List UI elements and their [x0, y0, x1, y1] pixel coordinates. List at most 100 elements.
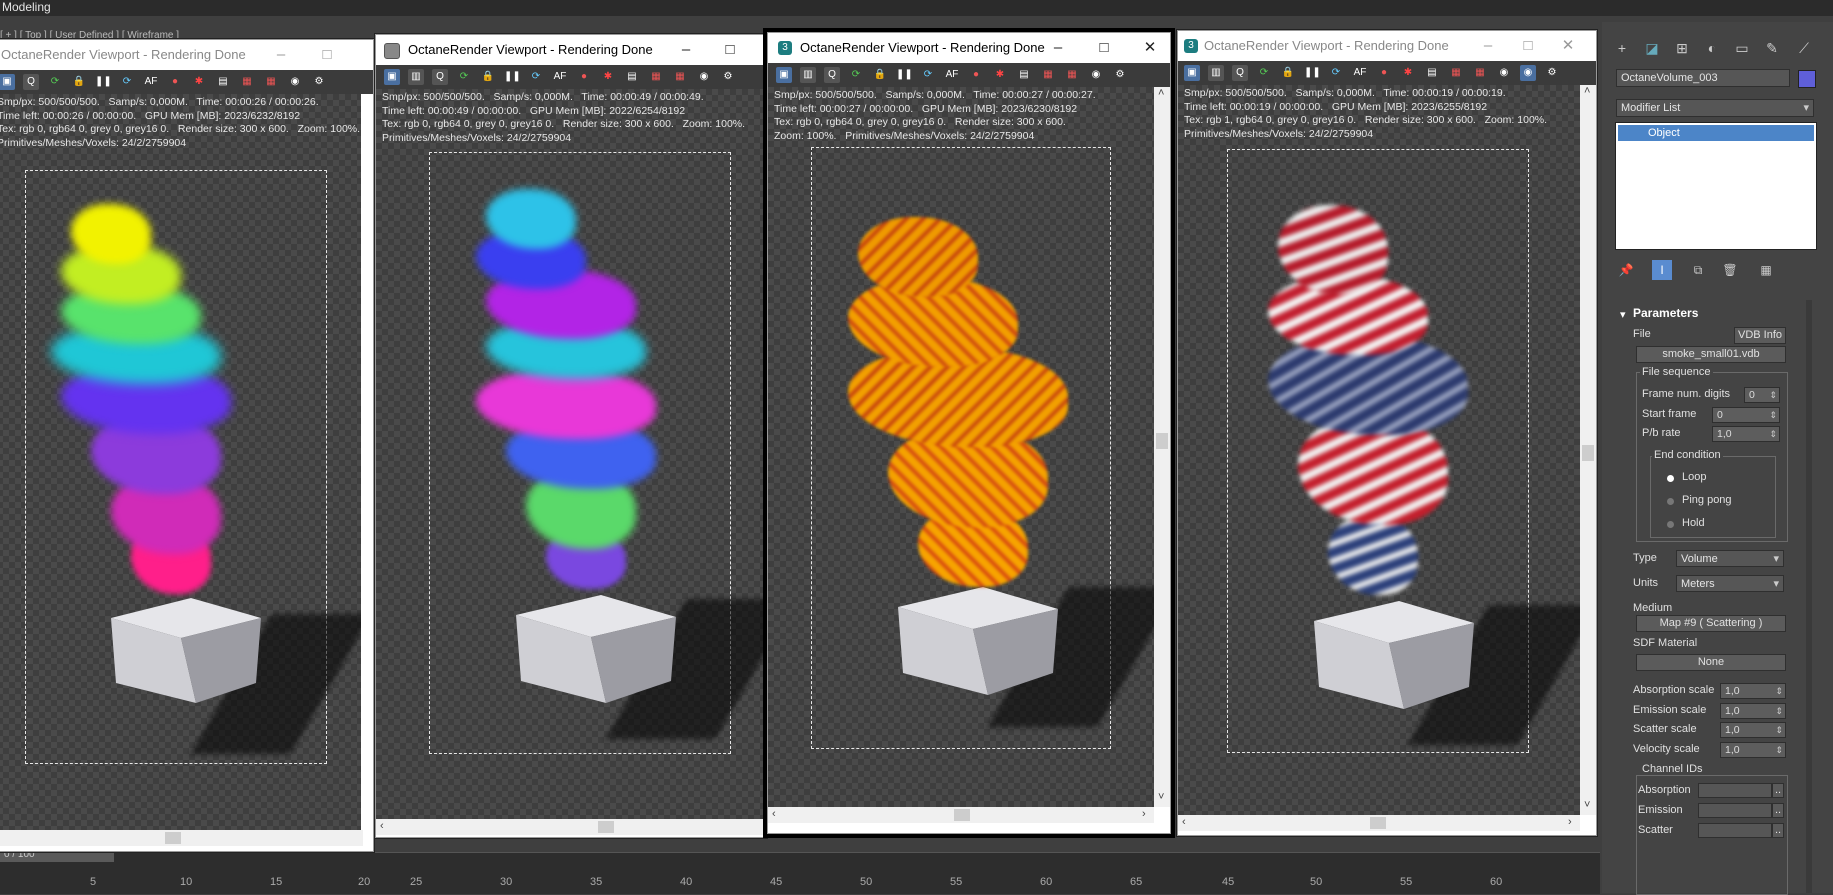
parameters-heading[interactable]: Parameters — [1633, 306, 1698, 320]
emission-channel-field[interactable] — [1698, 803, 1772, 818]
scroll-up-icon[interactable]: ˄ — [1584, 85, 1590, 97]
modifier-list-dropdown[interactable]: Modifier List — [1616, 99, 1814, 117]
minimize-icon[interactable]: – — [1468, 31, 1508, 61]
film-icon[interactable]: ▤ — [624, 69, 640, 85]
window-titlebar[interactable]: OctaneRender Viewport - Rendering Done –… — [376, 35, 766, 65]
horizontal-scrollbar[interactable]: ‹ — [376, 819, 766, 835]
horizontal-scrollbar[interactable] — [0, 830, 363, 846]
show-end-result-icon[interactable]: I — [1652, 260, 1672, 280]
scroll-down-icon[interactable]: ˅ — [1158, 791, 1164, 803]
denoise-icon[interactable]: ▦ — [263, 74, 279, 90]
scrollbar-thumb[interactable] — [1582, 445, 1594, 461]
save-icon[interactable]: ▣ — [1184, 65, 1200, 81]
focus-icon[interactable]: AF — [1352, 65, 1368, 81]
vdb-info-button[interactable]: VDB Info — [1734, 327, 1786, 344]
scroll-left-icon[interactable]: ‹ — [380, 820, 384, 832]
color-icon[interactable]: ● — [576, 69, 592, 85]
configure-icon[interactable]: ▦ — [1756, 260, 1776, 280]
open-icon[interactable]: ▥ — [800, 67, 816, 83]
render-canvas[interactable]: Smp/px: 500/500/500. Samp/s: 0,000M. Tim… — [376, 89, 766, 819]
object-color-swatch[interactable] — [1798, 70, 1816, 88]
save-icon[interactable]: ▣ — [776, 67, 792, 83]
emission-scale-spinner[interactable]: 1,0 — [1720, 703, 1786, 719]
lock-icon[interactable]: 🔒 — [1280, 65, 1296, 81]
utilities-tab-icon[interactable]: ✎ — [1762, 38, 1782, 58]
horizontal-scrollbar[interactable]: ‹ › — [768, 807, 1154, 823]
color-icon[interactable]: ● — [1376, 65, 1392, 81]
lock-icon[interactable]: 🔒 — [872, 67, 888, 83]
start-frame-spinner[interactable]: 0 — [1712, 407, 1780, 423]
timeline-ruler[interactable]: 5 10 15 20 25 30 35 40 45 50 55 60 65 45… — [0, 852, 1600, 894]
camera-icon[interactable]: ◉ — [1088, 67, 1104, 83]
units-dropdown[interactable]: Meters — [1676, 575, 1784, 592]
zoom-icon[interactable]: Q — [432, 69, 448, 85]
settings-icon[interactable]: ⚙ — [720, 69, 736, 85]
close-icon[interactable]: ✕ — [1548, 31, 1588, 61]
motion-tab-icon[interactable]: ◐ — [1702, 38, 1722, 58]
file-name-button[interactable]: smoke_small01.vdb — [1636, 346, 1786, 363]
scroll-left-icon[interactable]: ‹ — [1182, 816, 1186, 828]
settings-icon[interactable]: ⚙ — [311, 74, 327, 90]
maximize-icon[interactable]: □ — [307, 40, 347, 70]
pause-icon[interactable]: ❚❚ — [1304, 65, 1321, 81]
restart-icon[interactable]: ⟳ — [528, 69, 544, 85]
refresh-icon[interactable]: ⟳ — [456, 69, 472, 85]
stack-item-object[interactable]: Object — [1618, 125, 1814, 141]
zoom-icon[interactable]: Q — [1232, 65, 1248, 81]
render-icon[interactable]: ▦ — [648, 69, 664, 85]
scroll-left-icon[interactable]: ‹ — [772, 808, 776, 820]
scroll-down-icon[interactable]: ˅ — [1584, 799, 1590, 811]
create-tab-icon[interactable]: + — [1612, 38, 1632, 58]
scrollbar-thumb[interactable] — [1156, 433, 1168, 449]
medium-map-button[interactable]: Map #9 ( Scattering ) — [1636, 615, 1786, 632]
focus-icon[interactable]: AF — [552, 69, 568, 85]
settings-icon[interactable]: ⚙ — [1544, 65, 1560, 81]
scatter-scale-spinner[interactable]: 1,0 — [1720, 722, 1786, 738]
close-icon[interactable]: ✕ — [1130, 33, 1170, 63]
save-icon[interactable]: ▣ — [384, 69, 400, 85]
focus-icon[interactable]: AF — [944, 67, 960, 83]
vertical-scrollbar[interactable]: ˄ ˅ — [1154, 87, 1170, 807]
absorption-channel-button[interactable]: .. — [1772, 783, 1784, 798]
maximize-icon[interactable]: □ — [1508, 31, 1548, 61]
mode-label[interactable]: Modeling — [2, 0, 51, 15]
refresh-icon[interactable]: ⟳ — [848, 67, 864, 83]
render-icon[interactable]: ▦ — [1448, 65, 1464, 81]
display-tab-icon[interactable]: ▭ — [1732, 38, 1752, 58]
region-icon[interactable]: ✱ — [1400, 65, 1416, 81]
film-icon[interactable]: ▤ — [1016, 67, 1032, 83]
collapse-icon[interactable]: ▾ — [1620, 308, 1626, 321]
panel-scrollbar[interactable] — [1806, 300, 1812, 893]
window-titlebar[interactable]: OctaneRender Viewport - Rendering Done –… — [0, 40, 373, 70]
denoise-icon[interactable]: ▦ — [1472, 65, 1488, 81]
scrollbar-thumb[interactable] — [1370, 817, 1386, 829]
region-icon[interactable]: ✱ — [992, 67, 1008, 83]
zoom-icon[interactable]: Q — [824, 67, 840, 83]
scrollbar-thumb[interactable] — [598, 821, 614, 833]
horizontal-scrollbar[interactable]: ‹ › — [1178, 815, 1580, 831]
focus-icon[interactable]: AF — [143, 74, 159, 90]
camera-icon[interactable]: ◉ — [1496, 65, 1512, 81]
film-icon[interactable]: ▤ — [215, 74, 231, 90]
velocity-scale-spinner[interactable]: 1,0 — [1720, 742, 1786, 758]
refresh-icon[interactable]: ⟳ — [47, 74, 63, 90]
octane-viewport-window-2[interactable]: OctaneRender Viewport - Rendering Done –… — [375, 34, 767, 838]
render-canvas[interactable]: Smp/px: 500/500/500. Samp/s: 0,000M. Tim… — [1178, 85, 1580, 815]
color-icon[interactable]: ● — [167, 74, 183, 90]
region-icon[interactable]: ✱ — [191, 74, 207, 90]
render-icon[interactable]: ▦ — [1040, 67, 1056, 83]
pb-rate-spinner[interactable]: 1,0 — [1712, 426, 1780, 442]
maximize-icon[interactable]: □ — [710, 35, 750, 65]
save-icon[interactable]: ▣ — [0, 74, 15, 90]
octane-viewport-window-4[interactable]: 3 OctaneRender Viewport - Rendering Done… — [1177, 30, 1597, 836]
hierarchy-tab-icon[interactable]: ⊞ — [1672, 38, 1692, 58]
octane-viewport-window-1[interactable]: OctaneRender Viewport - Rendering Done –… — [0, 39, 374, 852]
hold-radio[interactable] — [1667, 521, 1674, 528]
frame-num-digits-spinner[interactable]: 0 — [1744, 387, 1780, 403]
screenshot-icon[interactable]: ◉ — [1520, 65, 1536, 81]
scroll-right-icon[interactable]: › — [1568, 816, 1572, 828]
lock-icon[interactable]: 🔒 — [71, 74, 87, 90]
emission-channel-button[interactable]: .. — [1772, 803, 1784, 818]
zoom-icon[interactable]: Q — [23, 74, 39, 90]
maximize-icon[interactable]: □ — [1084, 33, 1124, 63]
